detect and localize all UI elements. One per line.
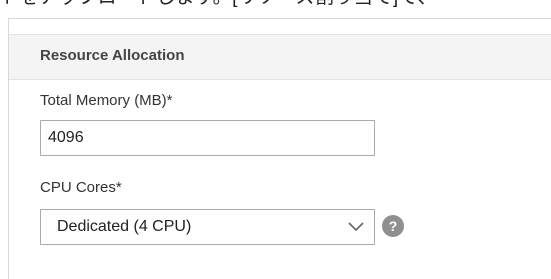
cpu-cores-selected-value: Dedicated (4 CPU) (57, 218, 192, 235)
help-icon-glyph: ? (388, 218, 398, 234)
total-memory-label: Total Memory (MB)* (40, 92, 173, 109)
chevron-down-icon (348, 219, 364, 233)
total-memory-input[interactable] (40, 120, 375, 156)
cpu-cores-label: CPU Cores* (40, 179, 122, 196)
help-icon[interactable]: ? (382, 215, 404, 237)
panel-header: Resource Allocation (9, 34, 551, 80)
header-text-label: トをアップロードします。[リソース割り当て]で、 (0, 0, 437, 8)
panel-title: Resource Allocation (40, 47, 185, 64)
cpu-cores-select[interactable]: Dedicated (4 CPU) (40, 209, 375, 245)
resource-allocation-panel: Resource Allocation Total Memory (MB)* C… (8, 18, 551, 279)
